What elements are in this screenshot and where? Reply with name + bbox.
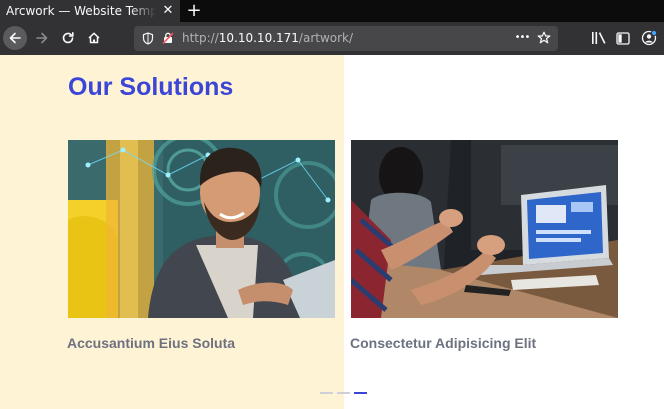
forward-arrow-icon: [36, 32, 48, 44]
url-path: /artwork/: [298, 31, 354, 45]
card-image-man-smiling[interactable]: [68, 140, 335, 318]
new-tab-button[interactable]: +: [184, 1, 204, 21]
section-heading: Our Solutions: [68, 73, 234, 101]
reload-button[interactable]: [56, 26, 80, 50]
tab-title-fade: [130, 0, 156, 22]
url-bar[interactable]: http://10.10.10.171/artwork/ •••: [134, 26, 558, 51]
home-icon: [88, 32, 100, 44]
account-icon[interactable]: [640, 29, 658, 47]
library-icon[interactable]: [590, 29, 608, 47]
card-title[interactable]: Accusantium Eius Soluta: [67, 334, 235, 352]
back-arrow-icon: [9, 32, 21, 44]
tab-strip: Arcwork — Website Template ✕ +: [0, 0, 664, 22]
forward-button[interactable]: [30, 26, 54, 50]
reload-icon: [62, 31, 74, 44]
close-tab-icon[interactable]: ✕: [160, 2, 176, 20]
card-title[interactable]: Consectetur Adipisicing Elit: [350, 334, 536, 352]
browser-tab[interactable]: Arcwork — Website Template ✕: [0, 0, 180, 22]
home-button[interactable]: [82, 26, 106, 50]
url-text[interactable]: http://10.10.10.171/artwork/: [182, 30, 353, 47]
back-button[interactable]: [3, 26, 27, 50]
insecure-lock-icon[interactable]: [160, 30, 176, 46]
sidebar-icon[interactable]: [614, 29, 632, 47]
url-scheme: http://: [182, 31, 219, 45]
url-host: 10.10.10.171: [218, 31, 299, 45]
page-actions-button[interactable]: •••: [512, 29, 532, 45]
slider-dot-active[interactable]: [354, 392, 367, 394]
slider-dot[interactable]: [320, 392, 333, 394]
star-icon[interactable]: [536, 30, 552, 46]
card-image-meeting-laptop[interactable]: [351, 140, 618, 318]
navigation-toolbar: http://10.10.10.171/artwork/ •••: [0, 22, 664, 55]
shield-icon[interactable]: [140, 30, 156, 46]
web-page: Our Solutions Accusantium Eius Soluta Co…: [0, 55, 664, 409]
slider-dot[interactable]: [337, 392, 350, 394]
